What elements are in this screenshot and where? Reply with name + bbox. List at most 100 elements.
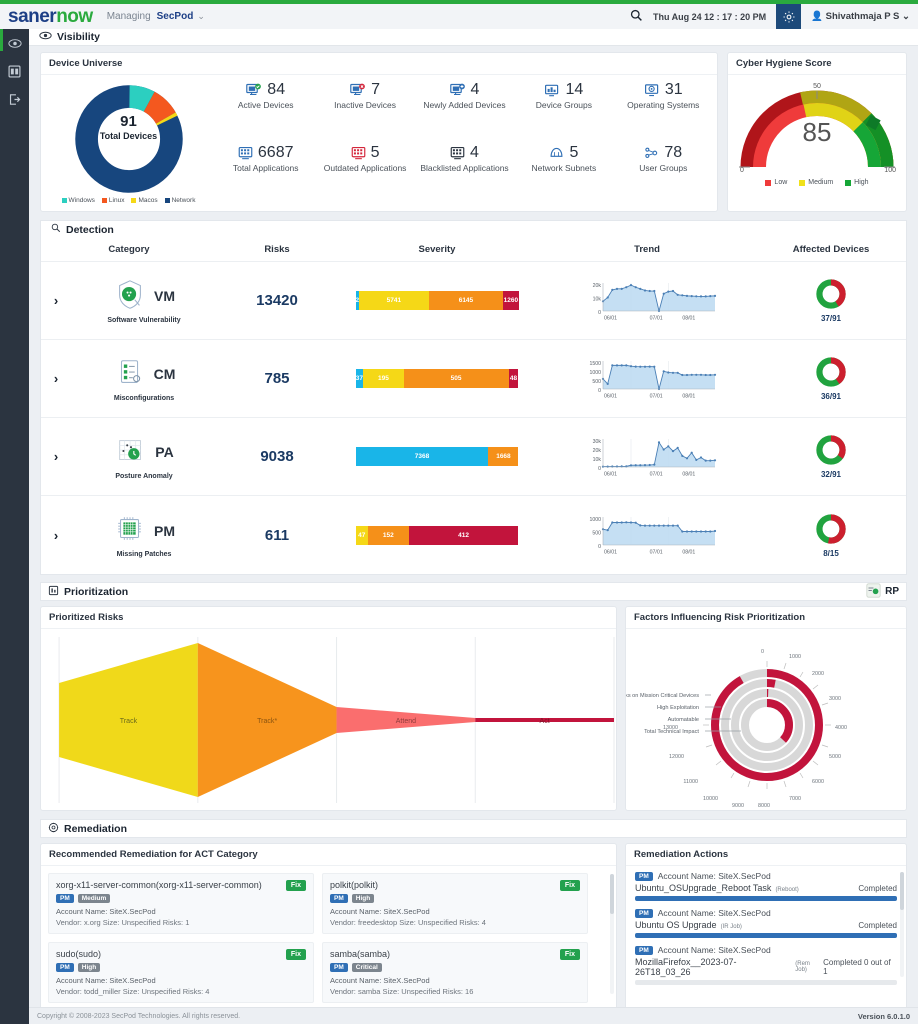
expand-chevron-icon[interactable]: › — [41, 371, 71, 386]
affected-devices-donut — [816, 279, 846, 309]
version-text: Version 6.0.1.0 — [857, 1011, 910, 1021]
stat-user-groups[interactable]: 78 User Groups — [614, 144, 713, 207]
severity-segment[interactable]: 5741 — [359, 291, 429, 310]
remediation-item[interactable]: xorg-x11-server-common(xorg-x11-server-c… — [48, 873, 314, 934]
user-menu[interactable]: 👤 Shivathmaja P S ⌄ — [811, 11, 910, 22]
svg-text:500: 500 — [592, 531, 601, 537]
svg-text:0: 0 — [598, 388, 601, 394]
subnet-icon — [549, 146, 564, 160]
gear-icon[interactable] — [776, 4, 802, 29]
svg-text:Attend: Attend — [396, 718, 416, 725]
rp-shortcut[interactable]: RP — [866, 582, 899, 601]
org-name[interactable]: SecPod — [157, 11, 194, 22]
nav-logout-icon[interactable] — [0, 85, 29, 113]
affected-ratio: 8/15 — [823, 548, 839, 558]
table-row[interactable]: › CM Misconfigurations 785 37 195 505 48 1500 100… — [41, 340, 906, 418]
severity-segment[interactable]: 195 — [363, 369, 404, 388]
copyright-text: Copyright © 2008-2023 SecPod Technologie… — [37, 1012, 241, 1020]
affected-ratio: 36/91 — [820, 392, 842, 401]
remediation-item-account: Account Name: SiteX.SecPod — [330, 976, 430, 985]
svg-text:1000: 1000 — [789, 654, 801, 660]
stat-device-groups[interactable]: 14 Device Groups — [514, 81, 613, 144]
stat-outdated-applications[interactable]: 5 Outdated Applications — [315, 144, 414, 207]
remediation-action-item[interactable]: PM Account Name: SiteX.SecPod Ubuntu OS Up… — [626, 903, 906, 940]
severity-segment[interactable]: 37 — [355, 369, 364, 388]
affected-devices-cell: 37/91 — [757, 278, 905, 323]
fix-button[interactable]: Fix — [285, 949, 306, 960]
stat-operating-systems[interactable]: 31 Operating Systems — [614, 81, 713, 144]
svg-text:13000: 13000 — [663, 725, 678, 731]
svg-text:2000: 2000 — [812, 671, 824, 677]
cyber-hygiene-card: Cyber Hygiene Score 50 85 0 100 Low Medi… — [727, 52, 907, 212]
legend-label: Low — [774, 179, 788, 186]
legend-label: Windows — [68, 196, 95, 204]
severity-segment[interactable]: 48 — [508, 369, 519, 388]
stat-active-devices[interactable]: 84 Active Devices — [216, 81, 315, 144]
stat-blacklisted-applications[interactable]: 4 Blacklisted Applications — [415, 144, 514, 207]
fix-button[interactable]: Fix — [559, 949, 580, 960]
chevron-down-icon[interactable]: ⌄ — [197, 11, 205, 22]
col-severity: Severity — [418, 244, 456, 255]
fix-button[interactable]: Fix — [285, 880, 306, 891]
remediation-item[interactable]: polkit(polkit) PM High Account Name: SiteX.… — [322, 873, 588, 934]
os-icon — [644, 83, 660, 98]
action-progress-bar — [635, 980, 897, 985]
severity-segment[interactable]: 6145 — [428, 291, 504, 310]
affected-ratio: 32/91 — [820, 470, 842, 479]
gauge-mid-label: 50 — [813, 83, 821, 90]
svg-text:0: 0 — [598, 310, 601, 316]
app-logo[interactable]: sanernow — [8, 6, 93, 28]
action-title: MozillaFirefox__2023-07-26T18_03_26 — [635, 957, 737, 977]
logo-saner: saner — [8, 5, 57, 27]
risk-factors-title: Factors Influencing Risk Prioritization — [626, 607, 906, 629]
col-affected-devices: Affected Devices — [792, 244, 870, 255]
section-header-prioritization[interactable]: Prioritization RP — [40, 582, 907, 601]
stat-value: 14 — [565, 81, 584, 98]
svg-text:20k: 20k — [593, 448, 602, 454]
expand-chevron-icon[interactable]: › — [41, 293, 71, 308]
stat-inactive-devices[interactable]: 7 Inactive Devices — [315, 81, 414, 144]
nav-visibility-eye-icon[interactable] — [0, 29, 29, 57]
remediation-item[interactable]: samba(samba) PM Critical Account Name: Site… — [322, 942, 588, 1003]
table-row[interactable]: › PA Posture Anomaly 9038 7368 1668 30k 20k 10k 0… — [41, 418, 906, 496]
severity-segment[interactable]: 47 — [355, 525, 369, 545]
nav-report-icon[interactable] — [0, 57, 29, 85]
fix-button[interactable]: Fix — [559, 880, 580, 891]
svg-text:30k: 30k — [593, 439, 602, 445]
section-header-visibility[interactable]: Visibility — [29, 29, 918, 46]
svg-text:4000: 4000 — [835, 725, 847, 731]
stat-total-applications[interactable]: 6687 Total Applications — [216, 144, 315, 207]
severity-segment[interactable]: 152 — [368, 525, 409, 545]
severity-segment[interactable]: 412 — [408, 525, 519, 545]
table-row[interactable]: › VM Software Vulnerability 13420 2 5741 6145 1… — [41, 262, 906, 340]
svg-text:Track*: Track* — [257, 718, 277, 725]
risk-factors-card: Factors Influencing Risk Prioritization — [617, 606, 907, 811]
severity-segment[interactable]: 7368 — [355, 447, 489, 466]
trend-cell: 20k 10k 0 06/01 07/01 08/01 — [537, 280, 757, 322]
svg-text:10k: 10k — [593, 457, 602, 463]
cyber-hygiene-gauge: 50 85 0 100 — [728, 75, 906, 179]
remediation-row: Recommended Remediation for ACT Category… — [40, 843, 907, 1011]
severity-segment[interactable]: 505 — [403, 369, 509, 388]
section-header-detection[interactable]: Detection — [40, 220, 907, 238]
expand-chevron-icon[interactable]: › — [41, 528, 71, 543]
stat-label: Network Subnets — [531, 163, 597, 173]
table-row[interactable]: › PM Missing Patches 611 47 152 412 1000 500 0 06/… — [41, 496, 906, 574]
severity-segment[interactable]: 1668 — [488, 447, 519, 466]
severity-segment[interactable]: 1260 — [503, 291, 519, 310]
remediation-action-item[interactable]: PM Account Name: SiteX.SecPod Ubuntu_OSUpg… — [626, 866, 906, 903]
search-icon[interactable] — [630, 9, 643, 25]
remediation-scrollbar-thumb[interactable] — [610, 874, 614, 914]
section-header-remediation[interactable]: Remediation — [40, 819, 907, 838]
app-footer: Copyright © 2008-2023 SecPod Technologie… — [29, 1007, 918, 1024]
remediation-item[interactable]: sudo(sudo) PM High Account Name: SiteX.SecP… — [48, 942, 314, 1003]
stat-newly-added-devices[interactable]: 4 Newly Added Devices — [415, 81, 514, 144]
remediation-action-item[interactable]: PM Account Name: SiteX.SecPod MozillaFiref… — [626, 940, 906, 987]
severity-bar: 37 195 505 48 — [355, 369, 519, 388]
stat-network-subnets[interactable]: 5 Network Subnets — [514, 144, 613, 207]
stat-value: 5 — [569, 144, 579, 161]
actions-scrollbar-thumb[interactable] — [900, 872, 904, 910]
action-status: Completed — [858, 921, 897, 930]
svg-text:Risks on Mission Critical Devi: Risks on Mission Critical Devices — [626, 693, 699, 699]
expand-chevron-icon[interactable]: › — [41, 449, 71, 464]
